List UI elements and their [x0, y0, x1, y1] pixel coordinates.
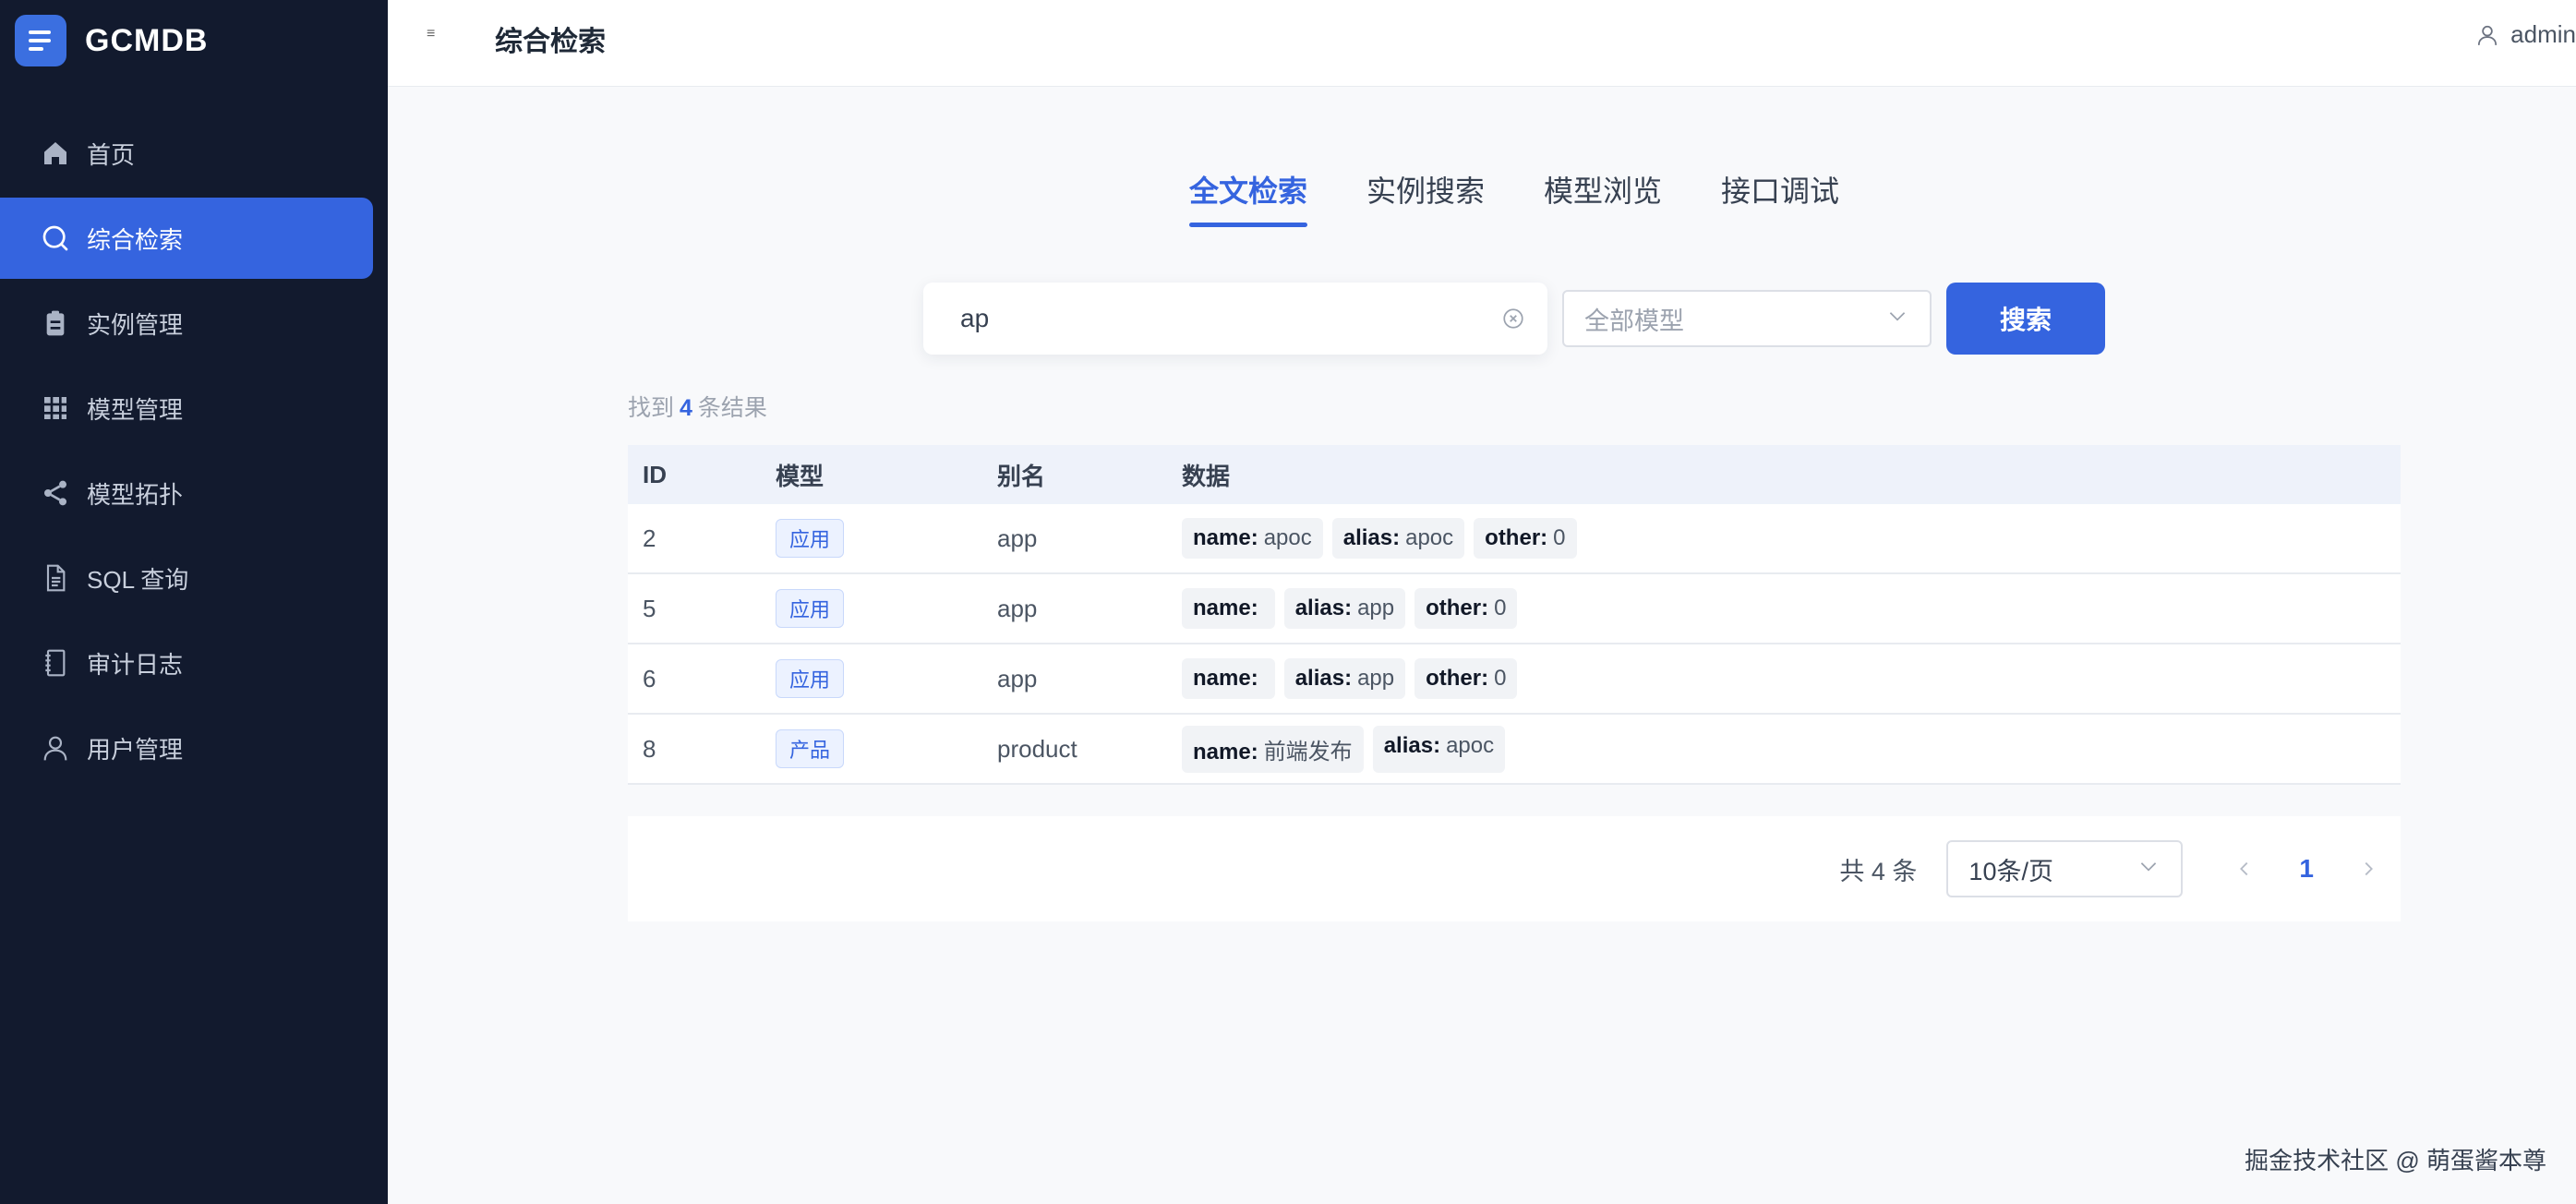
- tab-instance-search[interactable]: 实例搜索: [1366, 168, 1485, 227]
- sidebar-item-label: 模型管理: [87, 395, 184, 424]
- data-chip: name: apoc: [1182, 518, 1323, 559]
- data-chip: other: 0: [1414, 658, 1518, 699]
- collapse-menu-icon[interactable]: ≡: [427, 26, 435, 42]
- result-count: 4: [680, 395, 692, 421]
- notebook-icon: [41, 648, 70, 678]
- sidebar-item-search[interactable]: 综合检索: [0, 198, 373, 279]
- cell-id: 2: [643, 524, 656, 552]
- total-count: 共 4 条: [1839, 857, 1918, 885]
- col-id: ID: [643, 460, 667, 488]
- cell-id: 5: [643, 594, 656, 622]
- cell-alias: app: [997, 524, 1038, 552]
- brand[interactable]: GCMDB: [15, 13, 208, 68]
- sidebar-item-label: 首页: [87, 140, 136, 169]
- data-chip: other: 0: [1474, 518, 1577, 559]
- user-menu[interactable]: admin: [2475, 20, 2576, 49]
- chevron-down-icon: [1885, 304, 1909, 334]
- sidebar-item-label: 模型拓扑: [87, 480, 184, 509]
- clipboard-icon: [41, 308, 70, 338]
- cell-id: 8: [643, 734, 656, 763]
- data-chip: alias: apoc: [1372, 725, 1506, 773]
- results-table: ID 模型 别名 数据 2 应用 app name: apoc alias: apo…: [628, 445, 2401, 785]
- sidebar-item-users[interactable]: 用户管理: [0, 707, 373, 789]
- brand-name: GCMDB: [85, 22, 209, 58]
- search-tabs: 全文检索 实例搜索 模型浏览 接口调试: [1189, 168, 1839, 227]
- cell-alias: app: [997, 664, 1038, 692]
- tab-model-browse[interactable]: 模型浏览: [1544, 168, 1662, 227]
- sidebar-item-label: 用户管理: [87, 735, 184, 764]
- tab-api-debug[interactable]: 接口调试: [1721, 168, 1839, 227]
- cell-alias: app: [997, 594, 1038, 622]
- cell-id: 6: [643, 664, 656, 692]
- data-chip: name:: [1182, 588, 1275, 629]
- model-select[interactable]: 全部模型: [1562, 290, 1932, 347]
- tab-fulltext[interactable]: 全文检索: [1189, 168, 1308, 227]
- model-tag: 应用: [776, 519, 845, 558]
- sidebar-item-topology[interactable]: 模型拓扑: [0, 452, 373, 534]
- data-chip: name:: [1182, 658, 1275, 699]
- chevron-down-icon: [2137, 854, 2161, 885]
- share-icon: [41, 478, 70, 508]
- username: admin: [2510, 20, 2576, 48]
- table-row[interactable]: 8 产品 product name: 前端发布 alias: apoc: [628, 715, 2401, 785]
- cell-alias: product: [997, 734, 1077, 763]
- data-chip: alias: apoc: [1331, 518, 1465, 559]
- sidebar-nav: 首页 综合检索 实例管理 模型管理 模型拓扑 SQL 查询 审计日志 用户管理: [0, 113, 388, 792]
- table-row[interactable]: 6 应用 app name: alias: app other: 0: [628, 644, 2401, 715]
- user-icon: [2478, 25, 2498, 45]
- model-tag: 应用: [776, 589, 845, 628]
- sidebar: GCMDB 首页 综合检索 实例管理 模型管理 模型拓扑 SQL 查询 审计日志…: [0, 0, 388, 1204]
- result-summary: 找到 4 条结果: [628, 390, 767, 423]
- col-data: 数据: [1182, 462, 1231, 490]
- page-title: 综合检索: [495, 27, 606, 57]
- sidebar-item-home[interactable]: 首页: [0, 113, 373, 194]
- model-tag: 应用: [776, 659, 845, 698]
- data-chip: name: 前端发布: [1182, 725, 1364, 773]
- sidebar-item-sql[interactable]: SQL 查询: [0, 537, 373, 619]
- model-tag: 产品: [776, 729, 845, 768]
- sidebar-item-instances[interactable]: 实例管理: [0, 283, 373, 364]
- page-size-select[interactable]: 10条/页: [1946, 840, 2184, 897]
- sidebar-item-audit[interactable]: 审计日志: [0, 622, 373, 704]
- col-model: 模型: [776, 462, 825, 490]
- summary-prefix: 找到: [628, 395, 675, 421]
- search-box: [923, 283, 1547, 355]
- sidebar-item-label: SQL 查询: [87, 565, 189, 594]
- table-row[interactable]: 2 应用 app name: apoc alias: apoc other: 0: [628, 504, 2401, 574]
- sidebar-item-label: 实例管理: [87, 310, 184, 339]
- search-button[interactable]: 搜索: [1946, 283, 2105, 355]
- page-number[interactable]: 1: [2299, 854, 2314, 884]
- page-size-value: 10条/页: [1968, 857, 2053, 885]
- grid-icon: [41, 393, 70, 423]
- sidebar-item-models[interactable]: 模型管理: [0, 367, 373, 449]
- col-alias: 别名: [997, 462, 1046, 490]
- pagination: 共 4 条 10条/页 1: [628, 816, 2401, 921]
- search-icon: [41, 223, 70, 253]
- table-row[interactable]: 5 应用 app name: alias: app other: 0: [628, 574, 2401, 644]
- sidebar-item-label: 审计日志: [87, 650, 184, 679]
- data-chip: alias: app: [1283, 658, 1406, 699]
- chevron-right-icon[interactable]: [2354, 855, 2382, 883]
- top-header: ≡ 综合检索 admin: [388, 0, 2576, 87]
- search-input[interactable]: [960, 304, 1501, 333]
- home-icon: [41, 138, 70, 168]
- sidebar-item-label: 综合检索: [87, 225, 184, 254]
- table-header: ID 模型 别名 数据: [628, 445, 2401, 504]
- clear-icon[interactable]: [1501, 307, 1525, 331]
- document-icon: [41, 563, 70, 593]
- chevron-left-icon[interactable]: [2231, 855, 2258, 883]
- model-select-placeholder: 全部模型: [1584, 307, 1684, 335]
- summary-suffix: 条结果: [697, 395, 767, 421]
- menu-logo-icon: [15, 15, 66, 66]
- watermark: 掘金技术社区 @ 萌蛋酱本尊: [2245, 1147, 2546, 1174]
- data-chip: alias: app: [1283, 588, 1406, 629]
- data-chip: other: 0: [1414, 588, 1518, 629]
- user-icon: [41, 733, 70, 763]
